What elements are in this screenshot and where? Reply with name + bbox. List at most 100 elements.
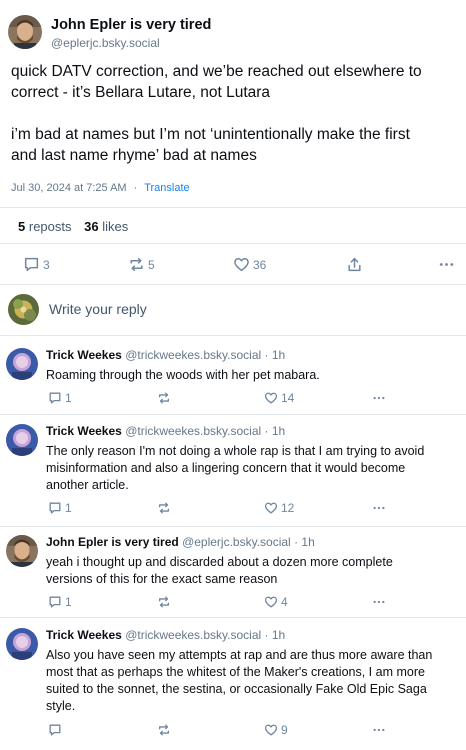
- like-count: 9: [281, 723, 288, 737]
- more-options-button[interactable]: [372, 595, 386, 609]
- like-button[interactable]: 36: [233, 256, 266, 273]
- repost-icon: [130, 257, 143, 272]
- post-text-line: quick DATV correction, and we’be reached…: [11, 63, 422, 80]
- author-avatar[interactable]: [8, 15, 42, 49]
- reply-button[interactable]: 1: [48, 391, 72, 405]
- current-user-avatar: [8, 294, 39, 325]
- post-text-line: i’m bad at names but I’m not ‘unintentio…: [11, 126, 410, 143]
- repost-button[interactable]: [157, 723, 171, 737]
- reply-text-line: The only reason I'm not doing a whole ra…: [46, 444, 425, 458]
- reply-author-handle[interactable]: @trickweekes.bsky.social: [125, 628, 261, 642]
- repost-button[interactable]: [157, 501, 171, 515]
- divider: [0, 243, 466, 244]
- author-name[interactable]: John Epler is very tired: [51, 17, 211, 33]
- share-icon: [348, 257, 361, 272]
- speech-bubble-icon: [49, 392, 61, 404]
- share-button[interactable]: [346, 256, 363, 273]
- more-icon: [439, 263, 454, 266]
- reply-count: 1: [65, 595, 72, 609]
- post-text-line: and last name rhyme’ bad at names: [11, 147, 257, 164]
- likes-label[interactable]: likes: [102, 219, 128, 234]
- reply-text-line: yeah i thought up and discarded about a …: [46, 555, 393, 569]
- likes-count[interactable]: 36: [84, 219, 98, 234]
- reply-button[interactable]: [48, 723, 65, 737]
- reply-count: 3: [43, 257, 50, 272]
- speech-bubble-icon: [49, 596, 61, 608]
- reply-text-line: suited to the sonnet, the sestina, or oc…: [46, 682, 427, 696]
- reply-composer[interactable]: Write your reply: [0, 285, 466, 335]
- heart-icon: [264, 724, 278, 736]
- more-options-button[interactable]: [372, 501, 386, 515]
- reply-post[interactable]: Trick Weekes @trickweekes.bsky.social · …: [0, 348, 466, 420]
- reply-author-name[interactable]: John Epler is very tired: [46, 535, 179, 549]
- repost-icon: [158, 392, 170, 404]
- repost-button[interactable]: [157, 391, 171, 405]
- divider: [0, 335, 466, 336]
- reply-count: 1: [65, 501, 72, 515]
- reply-author-handle[interactable]: @trickweekes.bsky.social: [125, 424, 261, 438]
- reply-text-line: Roaming through the woods with her pet m…: [46, 368, 320, 382]
- repost-icon: [158, 502, 170, 514]
- reply-count: 1: [65, 391, 72, 405]
- more-options-button[interactable]: [372, 723, 386, 737]
- reply-text-line: Also you have seen my attempts at rap an…: [46, 648, 433, 662]
- reply-author-name[interactable]: Trick Weekes: [46, 424, 122, 438]
- more-options-button[interactable]: [438, 256, 455, 273]
- reply-text-line: style.: [46, 699, 76, 713]
- post-text: quick DATV correction, and we’be reached…: [11, 61, 461, 166]
- reply-time: · 1h: [264, 424, 286, 438]
- more-icon: [373, 600, 385, 604]
- more-icon: [373, 728, 385, 732]
- reply-text: Also you have seen my attempts at rap an…: [46, 647, 458, 715]
- repost-icon: [158, 596, 170, 608]
- reply-button[interactable]: 1: [48, 595, 72, 609]
- reply-text: Roaming through the woods with her pet m…: [46, 367, 458, 384]
- meta-separator: ·: [133, 182, 138, 194]
- more-options-button[interactable]: [372, 391, 386, 405]
- like-button[interactable]: 14: [264, 391, 294, 405]
- reply-button[interactable]: 3: [23, 256, 50, 273]
- reposts-label[interactable]: reposts: [29, 219, 72, 234]
- reply-author-avatar[interactable]: [6, 535, 38, 567]
- reply-time: · 1h: [294, 535, 315, 549]
- reply-time: · 1h: [264, 348, 286, 362]
- like-count: 4: [281, 595, 288, 609]
- more-icon: [373, 396, 385, 400]
- reply-author[interactable]: Trick Weekes @trickweekes.bsky.social · …: [46, 628, 285, 642]
- reply-post[interactable]: John Epler is very tired @eplerjc.bsky.s…: [0, 535, 466, 617]
- post-meta: Jul 30, 2024 at 7:25 AM · Translate: [11, 182, 190, 194]
- reply-author-handle[interactable]: @trickweekes.bsky.social: [125, 348, 261, 362]
- like-count: 36: [253, 257, 267, 272]
- translate-link[interactable]: Translate: [144, 182, 189, 194]
- reply-text-line: another article.: [46, 478, 129, 492]
- reply-author-avatar[interactable]: [6, 424, 38, 456]
- reply-text-line: most that as perhaps the whitest of the …: [46, 665, 425, 679]
- like-button[interactable]: 12: [264, 501, 294, 515]
- reply-author[interactable]: Trick Weekes @trickweekes.bsky.social · …: [46, 348, 285, 362]
- like-button[interactable]: 4: [264, 595, 288, 609]
- author-handle[interactable]: @eplerjc.bsky.social: [51, 36, 160, 50]
- reposts-count[interactable]: 5: [18, 219, 25, 234]
- reply-author-name[interactable]: Trick Weekes: [46, 348, 122, 362]
- reply-author-handle[interactable]: @eplerjc.bsky.social: [182, 535, 291, 549]
- reply-post[interactable]: Trick Weekes @trickweekes.bsky.social · …: [0, 628, 466, 746]
- reply-text-line: misinformation and also a lingering conc…: [46, 461, 406, 475]
- reply-input-placeholder[interactable]: Write your reply: [49, 301, 147, 317]
- repost-button[interactable]: [157, 595, 171, 609]
- divider: [0, 414, 466, 415]
- repost-button[interactable]: 5: [128, 256, 155, 273]
- reply-post[interactable]: Trick Weekes @trickweekes.bsky.social · …: [0, 424, 466, 524]
- repost-icon: [158, 724, 170, 736]
- reply-author-avatar[interactable]: [6, 348, 38, 380]
- like-button[interactable]: 9: [264, 723, 288, 737]
- post-text-line: correct - it’s Bellara Lutare, not Lutar…: [11, 84, 271, 101]
- repost-count: 5: [148, 257, 155, 272]
- heart-icon: [264, 392, 278, 404]
- reply-author-name[interactable]: Trick Weekes: [46, 628, 122, 642]
- reply-author[interactable]: John Epler is very tired @eplerjc.bsky.s…: [46, 535, 315, 549]
- reply-button[interactable]: 1: [48, 501, 72, 515]
- engagement-stats: 5 reposts 36 likes: [18, 219, 128, 234]
- heart-icon: [234, 258, 249, 272]
- reply-author[interactable]: Trick Weekes @trickweekes.bsky.social · …: [46, 424, 285, 438]
- reply-author-avatar[interactable]: [6, 628, 38, 660]
